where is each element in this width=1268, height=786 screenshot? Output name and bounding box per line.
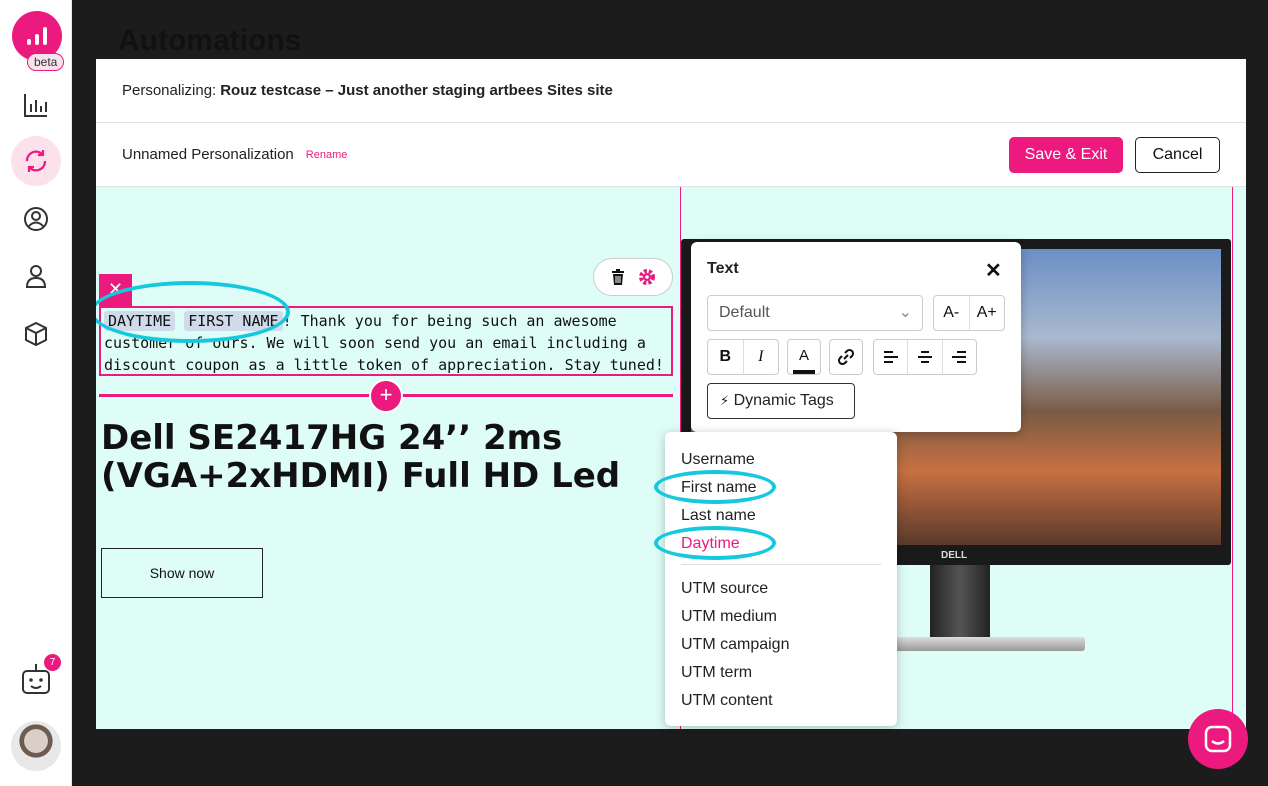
- column-divider-right: [1232, 187, 1233, 729]
- menu-item-utm-source[interactable]: UTM source: [681, 580, 768, 598]
- cube-icon: [25, 321, 47, 347]
- menu-item-utm-term[interactable]: UTM term: [681, 664, 752, 682]
- beta-badge: beta: [27, 53, 65, 71]
- menu-item-utm-content[interactable]: UTM content: [681, 692, 773, 710]
- modal-subheader: Unnamed Personalization Rename Save & Ex…: [96, 123, 1246, 187]
- popup-title: Text: [707, 260, 739, 277]
- menu-item-utm-campaign[interactable]: UTM campaign: [681, 636, 789, 654]
- trash-icon[interactable]: [611, 269, 625, 285]
- product-headline: Dell SE2417HG 24’’ 2ms (VGA+2xHDMI) Full…: [101, 418, 621, 496]
- color-group: A: [787, 339, 821, 375]
- dynamic-tags-button[interactable]: ⚡︎ Dynamic Tags: [707, 383, 855, 419]
- sidebar-item-audience[interactable]: [11, 194, 61, 244]
- menu-item-utm-medium[interactable]: UTM medium: [681, 608, 777, 626]
- highlight-circle-first-name: [654, 470, 776, 504]
- chat-icon: [1204, 725, 1232, 753]
- menu-item-last-name[interactable]: Last name: [681, 507, 756, 525]
- text-color-button[interactable]: A: [787, 339, 821, 375]
- font-increase-button[interactable]: A+: [970, 296, 1005, 330]
- person-icon: [25, 265, 47, 288]
- text-format-popup: Text ✕ Default ⌄ A- A+ B I A ⚡︎ Dynamic …: [691, 242, 1021, 432]
- sidebar-item-automations[interactable]: [11, 136, 61, 186]
- font-size-group: A- A+: [933, 295, 1005, 331]
- sidebar-item-profile[interactable]: [11, 251, 61, 301]
- align-left-button[interactable]: [874, 340, 909, 374]
- add-block-button[interactable]: +: [369, 379, 403, 413]
- align-group: [873, 339, 977, 375]
- link-icon: [837, 348, 855, 366]
- font-family-select[interactable]: Default ⌄: [707, 295, 923, 331]
- bar-chart-logo-icon: [27, 27, 47, 45]
- analytics-icon: [24, 94, 47, 117]
- sidebar-item-products[interactable]: [11, 309, 61, 359]
- text-color-glyph: A: [798, 346, 809, 364]
- show-now-button[interactable]: Show now: [101, 548, 263, 598]
- align-right-icon: [952, 351, 967, 363]
- highlight-circle: [96, 281, 290, 343]
- chat-launcher[interactable]: [1188, 709, 1248, 769]
- header-prefix: Personalizing:: [122, 82, 217, 99]
- align-center-icon: [917, 351, 932, 363]
- menu-divider: [681, 564, 881, 565]
- rename-link[interactable]: Rename: [306, 149, 348, 161]
- site-name: Rouz testcase – Just another staging art…: [220, 82, 613, 99]
- highlight-circle-daytime: [654, 526, 776, 560]
- user-avatar[interactable]: [11, 721, 61, 771]
- menu-item-username[interactable]: Username: [681, 451, 755, 469]
- cancel-button[interactable]: Cancel: [1135, 137, 1220, 173]
- notification-badge: 7: [44, 654, 61, 671]
- italic-button[interactable]: I: [744, 340, 779, 374]
- chevron-down-icon: ⌄: [898, 304, 912, 321]
- font-select-value: Default: [719, 304, 770, 321]
- save-exit-button[interactable]: Save & Exit: [1009, 137, 1123, 173]
- link-group: [829, 339, 863, 375]
- modal-header: Personalizing: Rouz testcase – Just anot…: [96, 59, 1246, 123]
- monitor-brand: DELL: [941, 550, 968, 561]
- style-group: B I: [707, 339, 779, 375]
- lightning-icon: ⚡︎: [720, 393, 730, 408]
- align-center-button[interactable]: [908, 340, 943, 374]
- dynamic-tags-label: Dynamic Tags: [733, 392, 834, 409]
- sync-icon: [25, 150, 47, 172]
- page-title: Automations: [118, 24, 302, 57]
- sidebar-item-analytics[interactable]: [11, 80, 61, 130]
- sidebar: beta 7: [0, 0, 72, 786]
- close-popup-icon[interactable]: ✕: [985, 258, 1002, 283]
- monitor-stand: [930, 565, 990, 640]
- align-right-button[interactable]: [943, 340, 976, 374]
- gear-icon[interactable]: [638, 268, 656, 286]
- monitor-base: [895, 637, 1085, 651]
- user-circle-icon: [24, 207, 48, 231]
- color-swatch: [793, 370, 815, 374]
- align-left-icon: [883, 351, 898, 363]
- font-decrease-button[interactable]: A-: [934, 296, 970, 330]
- link-button[interactable]: [830, 340, 862, 374]
- personalization-name: Unnamed Personalization: [122, 146, 294, 163]
- bold-button[interactable]: B: [708, 340, 744, 374]
- block-toolbar: [593, 258, 673, 296]
